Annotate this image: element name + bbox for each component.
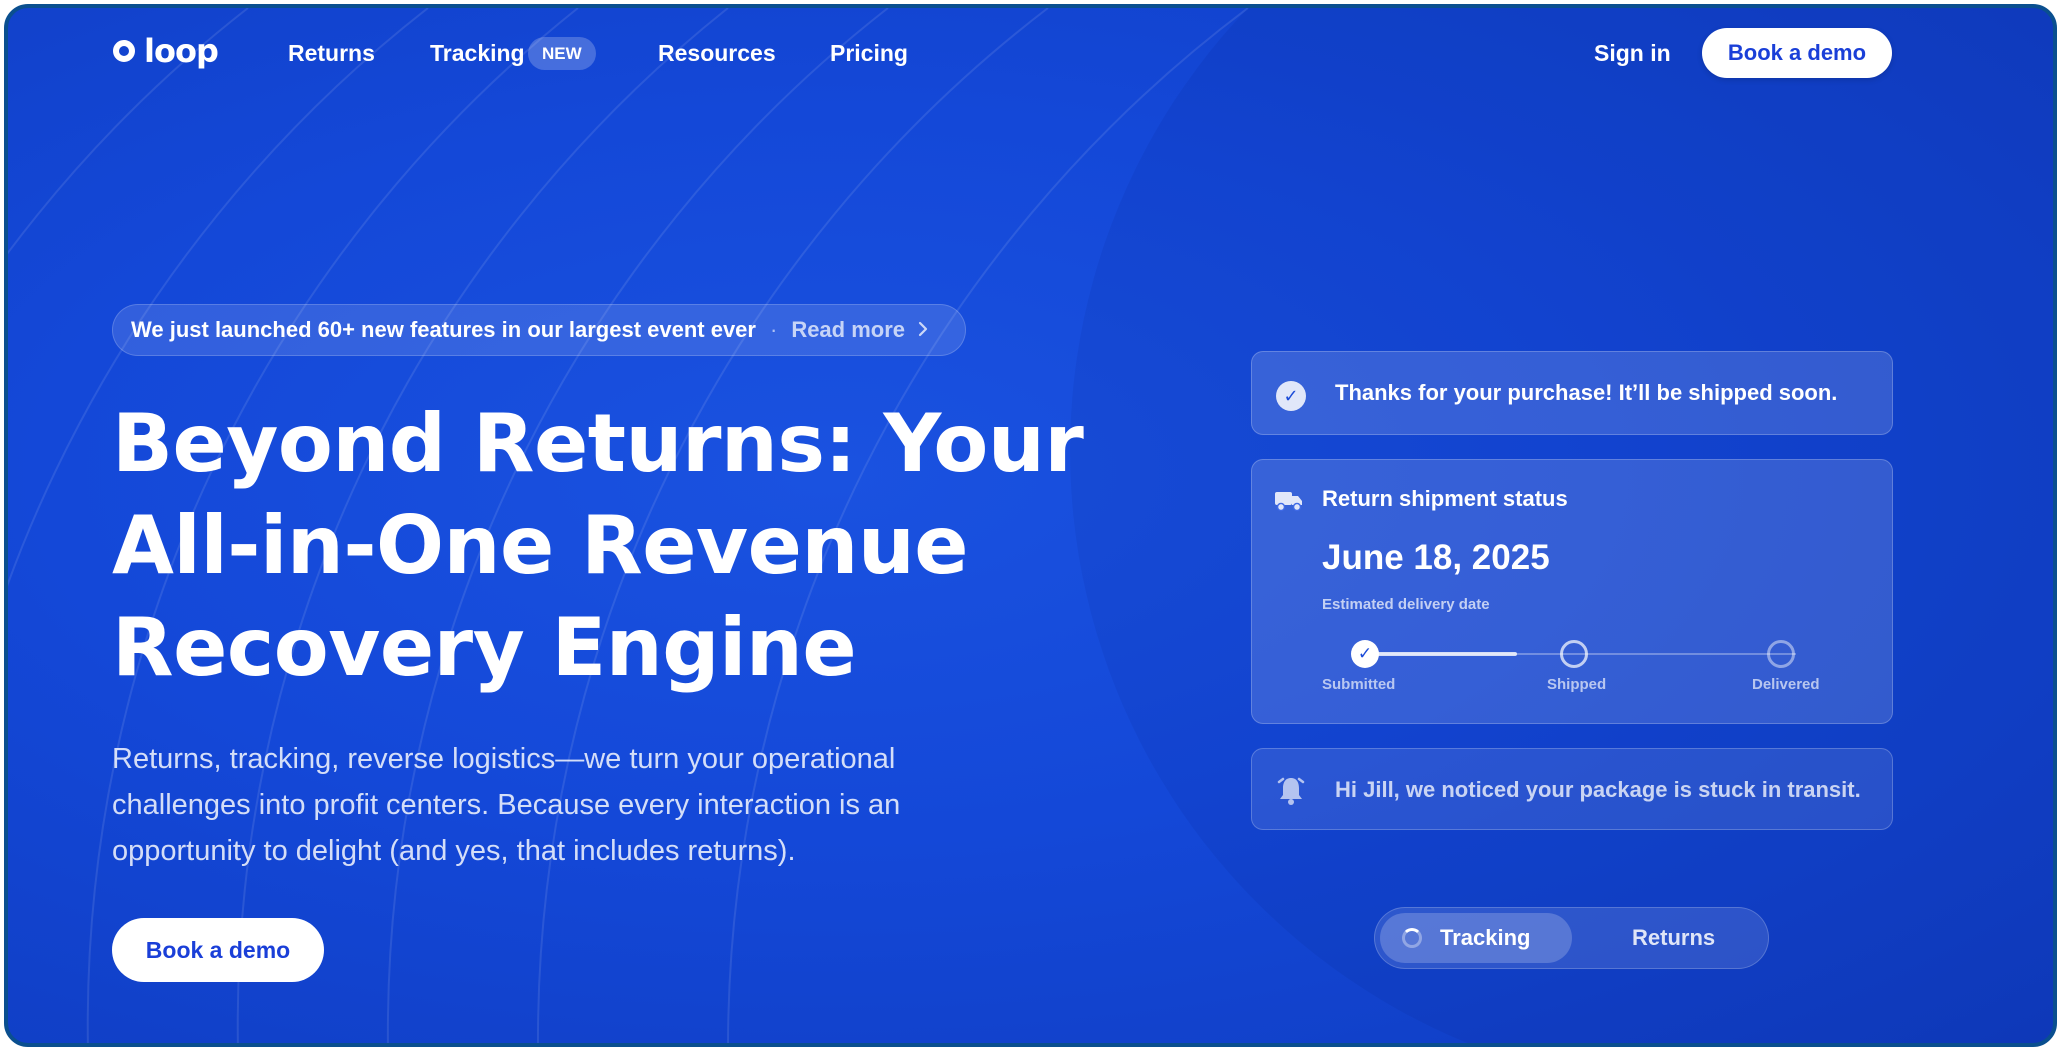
announcement-banner[interactable]: We just launched 60+ new features in our…	[112, 304, 966, 356]
loading-spinner-icon	[1402, 928, 1422, 948]
truck-icon	[1274, 488, 1304, 517]
transit-alert-text: Hi Jill, we noticed your package is stuc…	[1335, 777, 1861, 802]
nav-link-returns[interactable]: Returns	[288, 40, 375, 67]
new-badge: NEW	[528, 37, 596, 70]
chevron-right-icon	[917, 317, 929, 343]
hero-title-line: Recovery Engine	[112, 601, 857, 694]
step-label-delivered: Delivered	[1752, 676, 1820, 693]
shipment-status-title: Return shipment status	[1322, 486, 1568, 511]
hero-title-line: All-in-One Revenue	[112, 499, 969, 592]
step-label-submitted: Submitted	[1322, 676, 1396, 693]
toggle-option-tracking[interactable]: Tracking	[1380, 913, 1572, 963]
toggle-label-tracking: Tracking	[1440, 925, 1531, 950]
step-submitted-check-icon: ✓	[1351, 640, 1379, 668]
estimated-delivery-label: Estimated delivery date	[1322, 596, 1490, 613]
logo-ring-icon	[113, 40, 135, 62]
book-demo-nav-button[interactable]: Book a demo	[1702, 28, 1892, 78]
hero-subtitle-line: challenges into profit centers. Because …	[112, 789, 901, 821]
loop-logo[interactable]: loop	[113, 32, 219, 70]
hero-subtitle: Returns, tracking, reverse logistics—we …	[112, 736, 1012, 874]
hero-section: loop Returns Tracking NEW Resources Pric…	[4, 4, 2057, 1047]
step-label-shipped: Shipped	[1547, 676, 1607, 693]
step-shipped-circle-icon	[1560, 640, 1588, 668]
shipment-progress-tracker: ✓ Submitted Shipped Delivered	[1322, 626, 1842, 696]
hero-subtitle-line: Returns, tracking, reverse logistics—we …	[112, 743, 896, 775]
check-circle-icon: ✓	[1276, 381, 1306, 411]
tracking-returns-toggle: Tracking Returns	[1374, 907, 1769, 969]
hero-subtitle-line: opportunity to delight (and yes, that in…	[112, 835, 796, 867]
announcement-text: We just launched 60+ new features in our…	[131, 317, 756, 342]
logo-text: loop	[144, 32, 219, 70]
sign-in-link[interactable]: Sign in	[1594, 40, 1671, 67]
top-navigation: loop Returns Tracking NEW Resources Pric…	[8, 8, 2053, 100]
nav-link-tracking[interactable]: Tracking	[430, 40, 525, 67]
nav-link-pricing[interactable]: Pricing	[830, 40, 908, 67]
hero-title-line: Beyond Returns: Your	[112, 397, 1084, 490]
bell-icon	[1276, 774, 1306, 811]
book-demo-hero-button[interactable]: Book a demo	[112, 918, 324, 982]
read-more-link[interactable]: Read more	[791, 317, 905, 343]
estimated-delivery-date: June 18, 2025	[1322, 538, 1550, 577]
announcement-separator: ·	[769, 317, 778, 342]
step-delivered-circle-icon	[1767, 640, 1795, 668]
hero-title: Beyond Returns: Your All-in-One Revenue …	[112, 393, 1112, 699]
transit-alert-card: Hi Jill, we noticed your package is stuc…	[1251, 748, 1893, 830]
purchase-confirmation-card: ✓ Thanks for your purchase! It’ll be shi…	[1251, 351, 1893, 435]
toggle-option-returns[interactable]: Returns	[1632, 925, 1715, 951]
purchase-confirmation-text: Thanks for your purchase! It’ll be shipp…	[1335, 380, 1838, 405]
return-shipment-status-card: Return shipment status June 18, 2025 Est…	[1251, 459, 1893, 724]
progress-fill	[1366, 652, 1517, 656]
nav-link-resources[interactable]: Resources	[658, 40, 776, 67]
